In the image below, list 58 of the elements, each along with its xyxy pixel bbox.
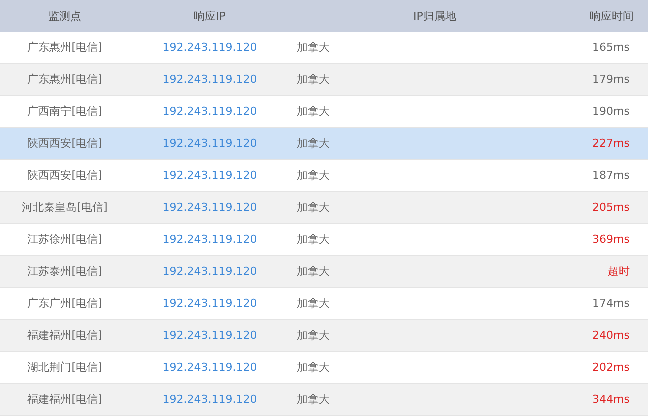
column-header: 响应IP	[194, 10, 226, 22]
table-cell: 192.243.119.120	[162, 41, 258, 54]
table-cell: 240ms	[592, 329, 630, 342]
table-cell: 福建福州[电信]	[28, 393, 102, 406]
column-header: IP归属地	[414, 10, 456, 22]
table-cell: 187ms	[592, 169, 630, 182]
table-cell: 广东惠州[电信]	[28, 41, 102, 54]
table-cell: 加拿大	[297, 233, 330, 246]
table-cell: 192.243.119.120	[162, 329, 258, 342]
table-row[interactable]: 福建福州[电信] 192.243.119.120 加拿大 240ms	[0, 320, 648, 352]
table-cell: 192.243.119.120	[162, 105, 258, 118]
table-cell: 广西南宁[电信]	[28, 105, 102, 118]
table-cell: 江苏泰州[电信]	[28, 265, 102, 278]
table-cell: 加拿大	[297, 393, 330, 406]
table-cell: 344ms	[592, 393, 630, 406]
column-header: 响应时间	[590, 10, 634, 22]
table-cell: 超时	[608, 265, 630, 278]
table-row[interactable]: 陕西西安[电信] 192.243.119.120 加拿大 227ms	[0, 128, 648, 160]
column-header: 监测点	[48, 10, 82, 22]
table-cell: 165ms	[592, 41, 630, 54]
table-row[interactable]: 江苏泰州[电信] 192.243.119.120 加拿大 超时	[0, 256, 648, 288]
table-cell: 174ms	[592, 297, 630, 310]
table-cell: 加拿大	[297, 105, 330, 118]
table-cell: 加拿大	[297, 265, 330, 278]
table-row[interactable]: 河北秦皇岛[电信] 192.243.119.120 加拿大 205ms	[0, 192, 648, 224]
table-cell: 192.243.119.120	[162, 361, 258, 374]
table-cell: 205ms	[592, 201, 630, 214]
table-cell: 福建福州[电信]	[28, 329, 102, 342]
table-cell: 192.243.119.120	[162, 233, 258, 246]
table-cell: 江苏徐州[电信]	[28, 233, 102, 246]
table-cell: 广东广州[电信]	[28, 297, 102, 310]
table-cell: 192.243.119.120	[162, 201, 258, 214]
table-cell: 陕西西安[电信]	[28, 169, 102, 182]
table-cell: 加拿大	[297, 329, 330, 342]
table-cell: 加拿大	[297, 201, 330, 214]
table-cell: 227ms	[592, 137, 630, 150]
table-cell: 192.243.119.120	[162, 297, 258, 310]
table-cell: 加拿大	[297, 169, 330, 182]
table-cell: 陕西西安[电信]	[28, 137, 102, 150]
table-cell: 河北秦皇岛[电信]	[22, 201, 108, 214]
table-cell: 192.243.119.120	[162, 393, 258, 406]
table-cell: 369ms	[592, 233, 630, 246]
table-cell: 加拿大	[297, 41, 330, 54]
table-cell: 加拿大	[297, 137, 330, 150]
table-cell: 202ms	[592, 361, 630, 374]
table-cell: 190ms	[592, 105, 630, 118]
table-cell: 加拿大	[297, 361, 330, 374]
table-cell: 加拿大	[297, 73, 330, 86]
table-cell: 广东惠州[电信]	[28, 73, 102, 86]
table-cell: 湖北荆门[电信]	[28, 361, 102, 374]
table-cell: 192.243.119.120	[162, 73, 258, 86]
table-cell: 179ms	[592, 73, 630, 86]
table-row[interactable]: 福建福州[电信] 192.243.119.120 加拿大 344ms	[0, 384, 648, 416]
table-cell: 192.243.119.120	[162, 169, 258, 182]
table-row[interactable]: 广东惠州[电信] 192.243.119.120 加拿大 179ms	[0, 64, 648, 96]
table-cell: 加拿大	[297, 297, 330, 310]
table-cell: 192.243.119.120	[162, 137, 258, 150]
table-cell: 192.243.119.120	[162, 265, 258, 278]
